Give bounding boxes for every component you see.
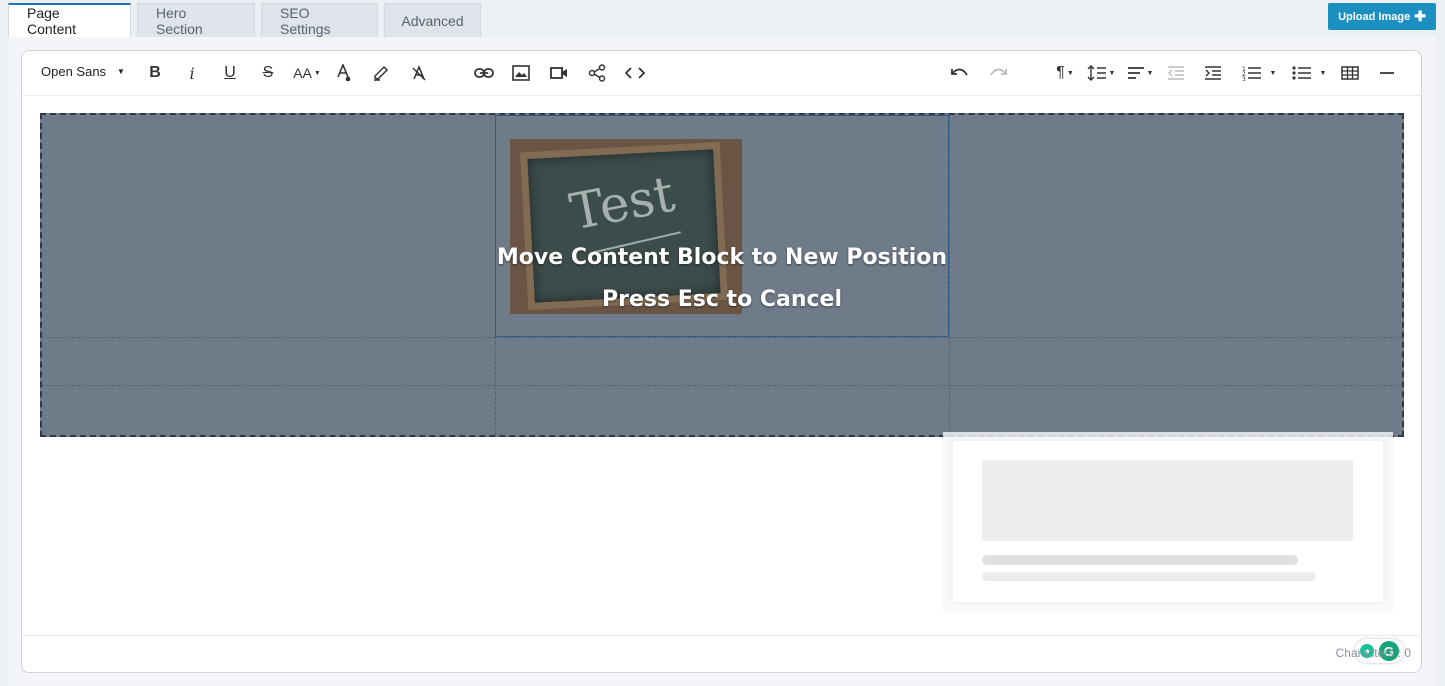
unordered-list-icon[interactable]: ▼ — [1290, 61, 1328, 85]
highlight-icon[interactable] — [372, 61, 390, 85]
strikethrough-icon[interactable]: S — [259, 61, 277, 85]
redo-icon[interactable] — [988, 61, 1008, 85]
font-family-dropdown[interactable]: Open Sans ▼ — [41, 64, 125, 79]
code-view-icon[interactable] — [624, 61, 646, 85]
indent-icon[interactable] — [1202, 61, 1224, 85]
font-size-icon[interactable]: AA ▼ — [291, 61, 323, 85]
drag-drop-overlay[interactable]: Test Move Content Block to New Position … — [40, 113, 1404, 437]
move-instruction: Move Content Block to New Position — [496, 245, 948, 270]
font-size-label: AA — [293, 65, 312, 81]
bold-icon[interactable]: B — [146, 61, 164, 85]
image-icon[interactable] — [510, 61, 532, 85]
row-divider — [42, 385, 1402, 386]
horizontal-line-icon[interactable] — [1377, 61, 1397, 85]
skeleton-line — [982, 555, 1298, 565]
paragraph-format-icon[interactable]: ¶ ▼ — [1051, 61, 1079, 85]
share-icon[interactable] — [587, 61, 607, 85]
column-divider — [949, 115, 950, 435]
editor-toolbar: Open Sans ▼ B i U S AA ▼ ¶ ▼ ▼ ▼ 1 2 3 ▼… — [22, 51, 1421, 96]
italic-icon[interactable]: i — [183, 61, 201, 85]
text-color-icon[interactable] — [335, 61, 353, 85]
line-height-icon[interactable]: ▼ — [1086, 61, 1116, 85]
skeleton-block — [982, 460, 1353, 541]
undo-icon[interactable] — [950, 61, 970, 85]
tab-hero-section[interactable]: Hero Section — [137, 3, 255, 37]
move-block-message: Move Content Block to New Position Press… — [495, 237, 949, 321]
ordered-list-icon[interactable]: 1 2 3 ▼ — [1240, 61, 1278, 85]
character-count: Characters : 0 — [1335, 646, 1411, 660]
tab-bar: Page Content Hero Section SEO Settings A… — [8, 3, 487, 37]
tab-page-content[interactable]: Page Content — [8, 3, 131, 37]
skeleton-line — [982, 572, 1316, 581]
clear-format-icon[interactable] — [410, 61, 428, 85]
underline-icon[interactable]: U — [221, 61, 239, 85]
table-icon[interactable] — [1340, 61, 1360, 85]
tab-advanced[interactable]: Advanced — [384, 3, 481, 37]
plus-icon: ✚ — [1414, 8, 1426, 24]
loading-placeholder — [943, 432, 1393, 612]
align-icon[interactable]: ▼ — [1125, 61, 1155, 85]
editor-footer: Characters : 0 — [22, 635, 1421, 672]
video-icon[interactable] — [549, 61, 569, 85]
outdent-icon[interactable] — [1165, 61, 1187, 85]
rich-text-editor: Open Sans ▼ B i U S AA ▼ ¶ ▼ ▼ ▼ 1 2 3 ▼… — [21, 50, 1422, 673]
link-icon[interactable] — [473, 61, 495, 85]
tab-seo-settings[interactable]: SEO Settings — [261, 3, 378, 37]
row-divider — [42, 337, 1402, 338]
cancel-instruction: Press Esc to Cancel — [601, 287, 842, 312]
skeleton-card — [953, 441, 1383, 602]
svg-text:3: 3 — [1242, 76, 1246, 81]
upload-image-button[interactable]: Upload Image ✚ — [1328, 3, 1436, 30]
editor-content-area[interactable]: Test Move Content Block to New Position … — [22, 97, 1421, 663]
font-family-value: Open Sans — [41, 64, 107, 79]
caret-down-icon: ▼ — [117, 67, 125, 76]
chalkboard-text: Test — [565, 164, 680, 242]
upload-image-label: Upload Image — [1338, 10, 1411, 23]
